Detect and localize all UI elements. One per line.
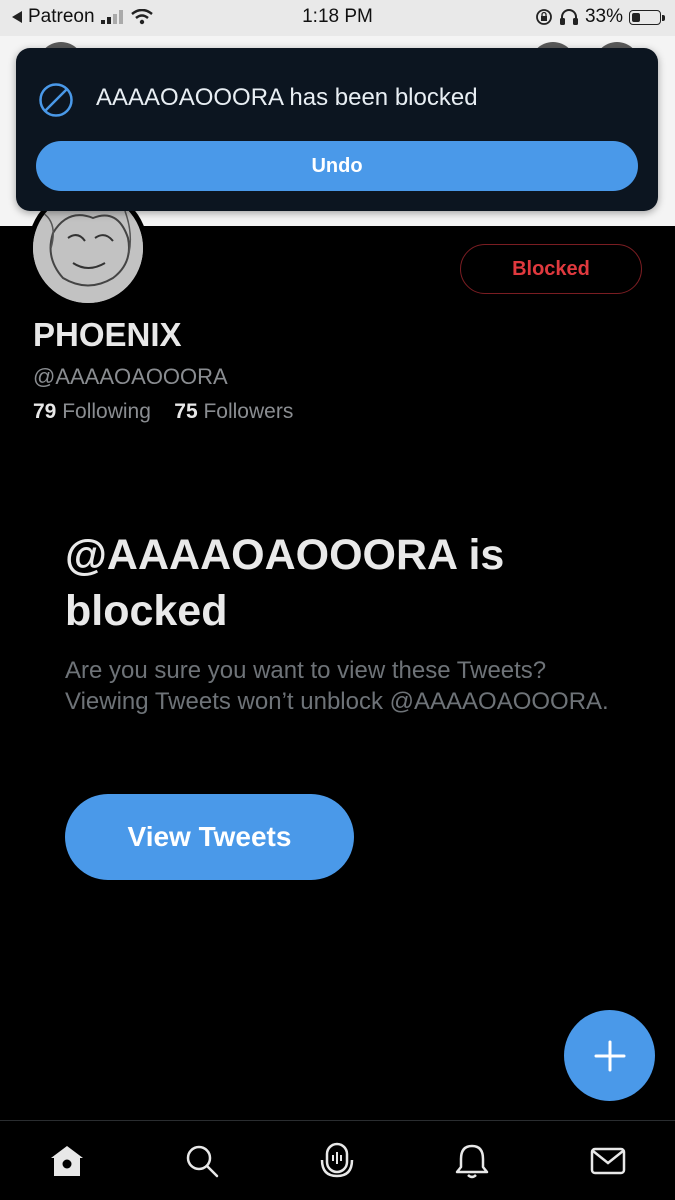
messages-icon [590,1147,626,1175]
followers-link[interactable]: 75 Followers [174,400,293,423]
nav-messages[interactable] [588,1141,628,1181]
battery-level [632,12,640,22]
plus-icon [594,1040,625,1071]
nav-notifications[interactable] [452,1141,492,1181]
follow-stats: 79 Following 75 Followers [33,400,293,424]
orientation-lock-icon [536,9,552,25]
toast-message: AAAAOAOOORA has been blocked [96,84,478,111]
compose-tweet-button[interactable] [564,1010,655,1101]
undo-button[interactable]: Undo [36,141,638,191]
nav-spaces[interactable] [317,1141,357,1181]
following-count: 79 [33,400,57,423]
battery-icon [629,9,665,25]
blocked-button[interactable]: Blocked [460,244,642,294]
blocked-notice-body: Are you sure you want to view these Twee… [65,657,609,715]
profile-handle: @AAAAOAOOORA [33,364,228,389]
followers-label: Followers [203,400,294,423]
headphones-icon [559,9,578,25]
nav-home[interactable] [47,1141,87,1181]
status-bar: Patreon 1:18 PM 33% [0,0,675,36]
following-label: Following [62,400,151,423]
battery-percent: 33% [584,6,623,27]
followers-count: 75 [174,400,198,423]
notifications-icon [455,1144,489,1179]
block-icon [39,83,73,117]
search-icon [186,1145,219,1178]
home-icon [51,1146,83,1176]
nav-search[interactable] [182,1141,222,1181]
bottom-nav [0,1120,675,1200]
blocked-notice-title: @AAAAOAOOORA is blocked [65,531,505,635]
following-link[interactable]: 79 Following [33,400,151,423]
display-name: PHOENIX [33,316,182,353]
blocked-toast: AAAAOAOOORA has been blocked Undo [16,48,658,211]
spaces-icon [320,1142,354,1178]
view-tweets-button[interactable]: View Tweets [65,794,354,880]
